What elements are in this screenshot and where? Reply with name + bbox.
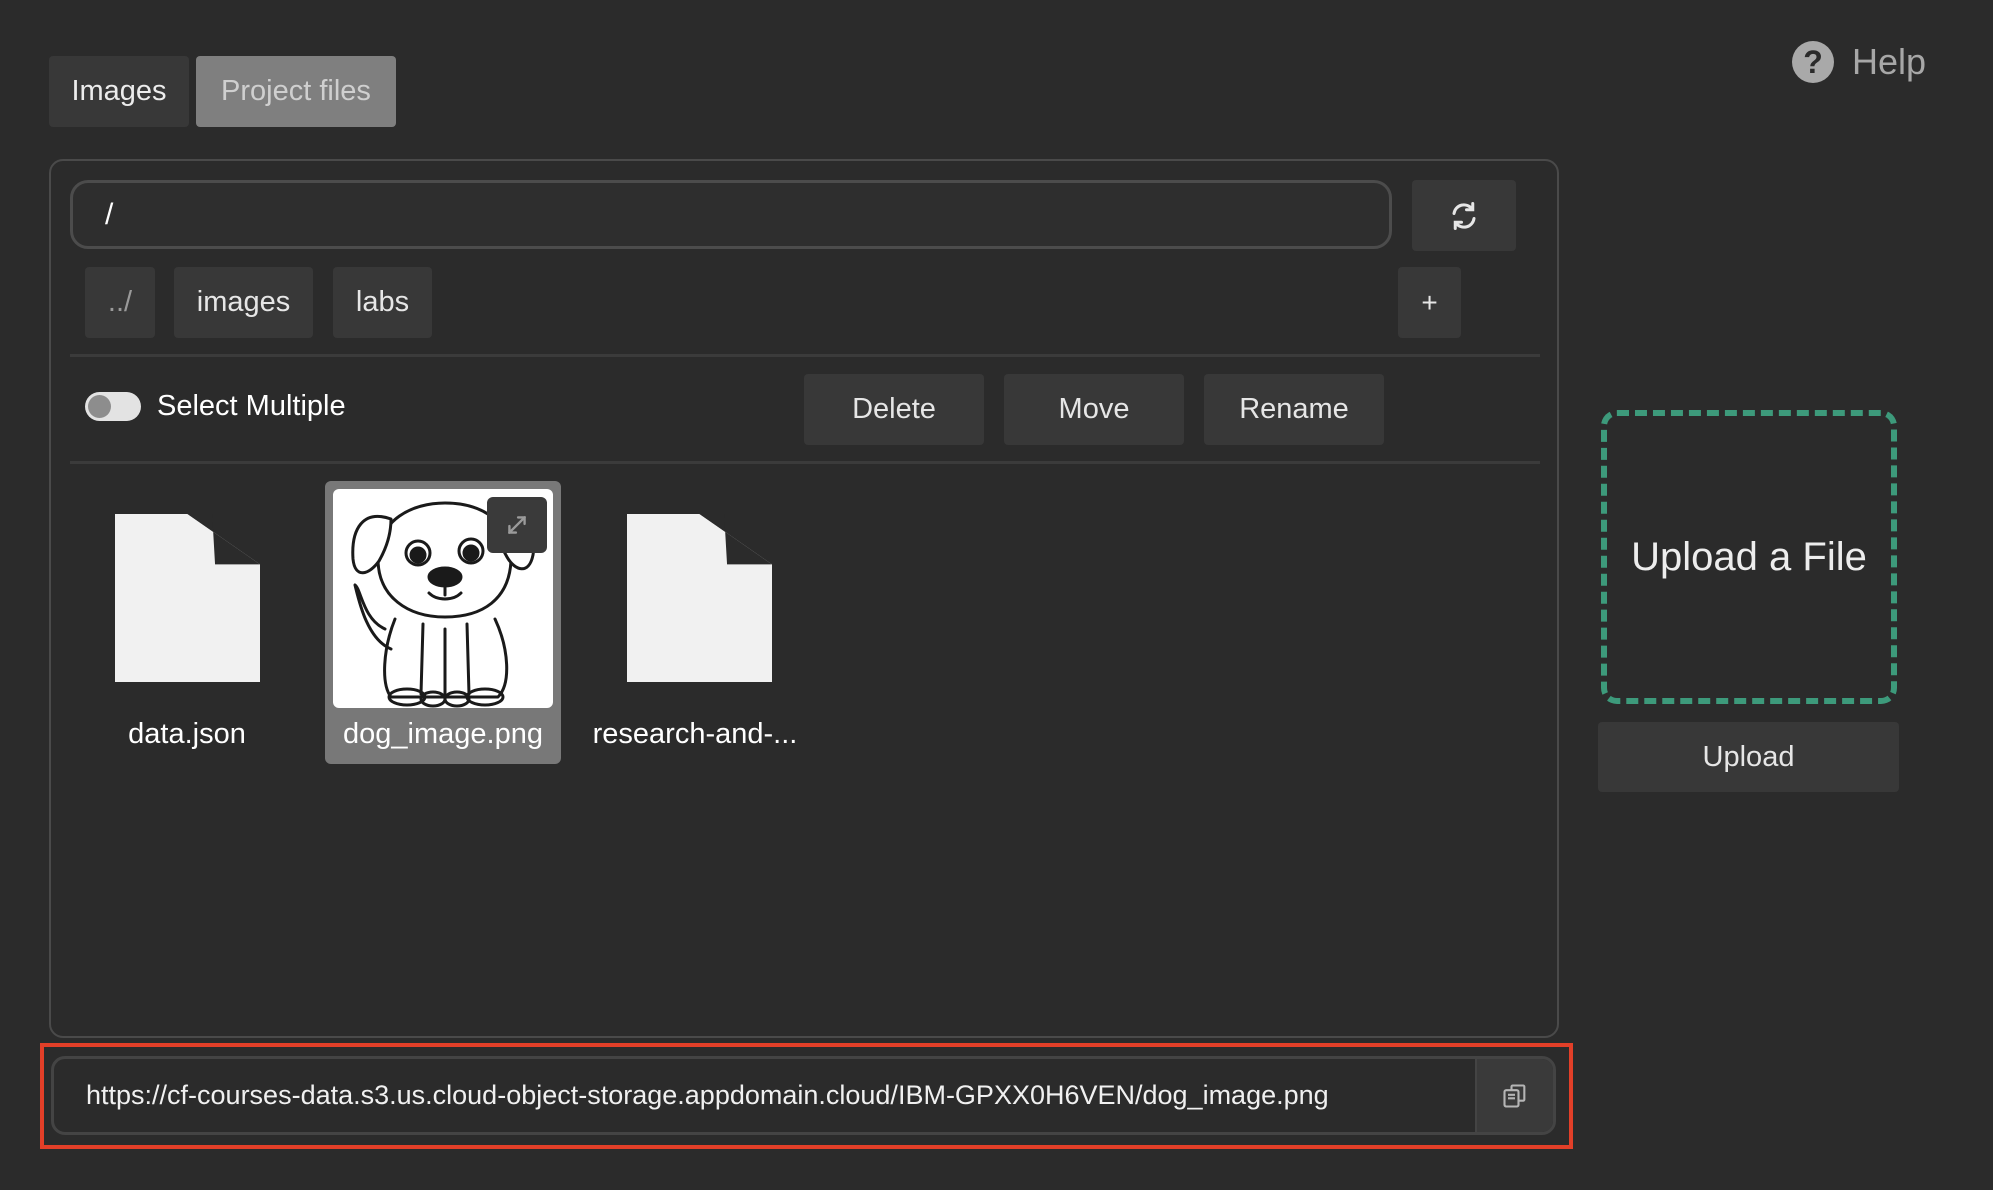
upload-button[interactable]: Upload — [1598, 722, 1899, 792]
copy-icon — [1503, 1083, 1526, 1108]
file-name: data.json — [128, 718, 246, 750]
copy-button[interactable] — [1475, 1059, 1553, 1132]
file-item-research[interactable] — [627, 514, 772, 682]
dropzone-label: Upload a File — [1631, 535, 1867, 579]
refresh-icon — [1452, 201, 1476, 230]
help-label: Help — [1852, 41, 1927, 82]
folder-labs-button[interactable]: labs — [333, 267, 432, 338]
file-name: research-and-... — [592, 718, 798, 750]
refresh-button[interactable] — [1412, 180, 1516, 251]
file-url-field[interactable]: https://cf-courses-data.s3.us.cloud-obje… — [51, 1056, 1556, 1135]
file-icon — [627, 514, 772, 682]
folder-parent-button[interactable]: ../ — [85, 267, 155, 338]
tab-images[interactable]: Images — [49, 56, 189, 127]
folder-images-button[interactable]: images — [174, 267, 313, 338]
expand-button[interactable] — [487, 497, 547, 553]
rename-button[interactable]: Rename — [1204, 374, 1384, 445]
move-button[interactable]: Move — [1004, 374, 1184, 445]
help-link[interactable]: ? Help — [1792, 38, 1926, 86]
file-icon — [115, 514, 260, 682]
help-icon: ? — [1792, 41, 1834, 83]
divider — [70, 354, 1540, 357]
divider — [70, 461, 1540, 464]
file-url-text: https://cf-courses-data.s3.us.cloud-obje… — [86, 1080, 1329, 1110]
upload-dropzone[interactable]: Upload a File — [1601, 410, 1897, 704]
toggle-knob — [88, 395, 111, 418]
file-item-data-json[interactable] — [115, 514, 260, 682]
select-multiple-toggle[interactable] — [85, 392, 141, 421]
path-value: / — [105, 197, 114, 231]
delete-button[interactable]: Delete — [804, 374, 984, 445]
path-input[interactable]: / — [70, 180, 1392, 249]
tab-project-files[interactable]: Project files — [196, 56, 396, 127]
select-multiple-label: Select Multiple — [157, 390, 346, 422]
expand-icon — [508, 516, 526, 534]
add-folder-button[interactable]: + — [1398, 267, 1461, 338]
file-name: dog_image.png — [343, 718, 543, 750]
